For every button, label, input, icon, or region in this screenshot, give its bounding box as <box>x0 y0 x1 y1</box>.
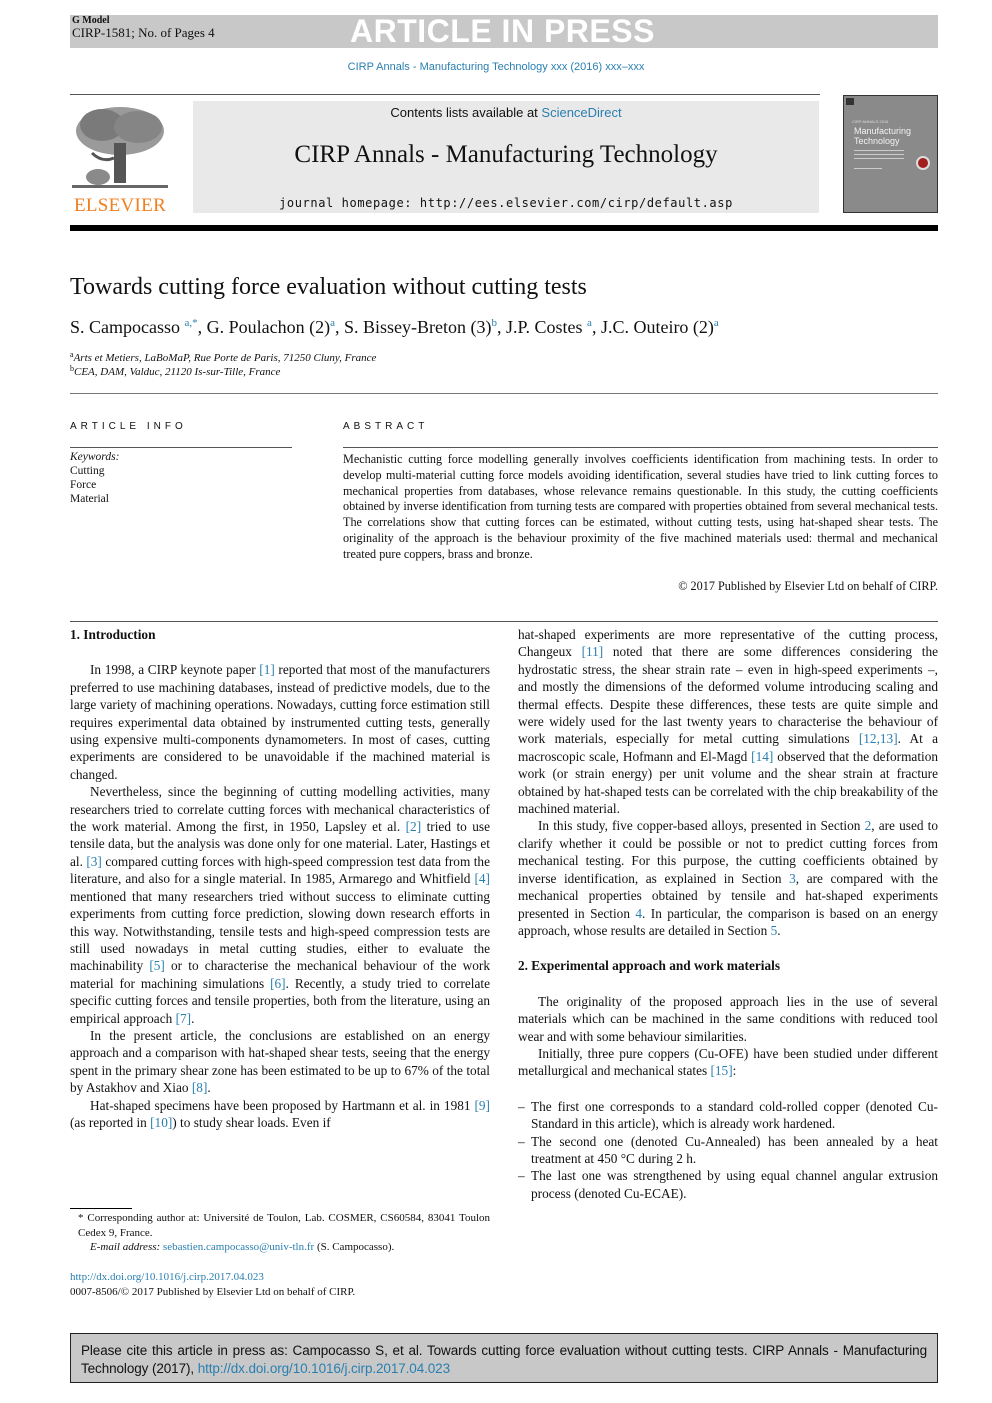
journal-title: CIRP Annals - Manufacturing Technology <box>294 141 718 168</box>
list-item: The first one corresponds to a standard … <box>518 1098 938 1133</box>
footnote: * Corresponding author at: Université de… <box>70 1211 490 1255</box>
paragraph: In the present article, the conclusions … <box>70 1027 490 1096</box>
paragraph-continued: hat-shaped experiments are more represen… <box>518 627 939 817</box>
affiliation-marker[interactable]: a <box>714 317 719 329</box>
reference-link[interactable]: 2 <box>865 818 872 833</box>
cover-line <box>854 158 904 159</box>
reference-link[interactable]: [14] <box>751 749 773 764</box>
reference-link[interactable]: [5] <box>149 958 165 973</box>
reference-link[interactable]: [7] <box>176 1011 192 1026</box>
cover-elsevier-mini-logo <box>846 98 854 105</box>
reference-link[interactable]: 4 <box>635 906 642 921</box>
keywords-block: Keywords: Cutting Force Material <box>70 450 119 506</box>
section-heading-experimental: 2. Experimental approach and work materi… <box>518 958 780 974</box>
affiliation-marker[interactable]: a <box>587 317 592 329</box>
abstract-copyright: © 2017 Published by Elsevier Ltd on beha… <box>678 579 938 593</box>
author-name: J.P. Costes <box>506 317 588 337</box>
doi-block: http://dx.doi.org/10.1016/j.cirp.2017.04… <box>70 1270 355 1299</box>
header-thick-rule <box>70 225 938 231</box>
reference-link[interactable]: [10] <box>150 1115 172 1130</box>
cirp-logo-icon <box>916 156 930 170</box>
article-in-press-text: ARTICLE IN PRESS <box>350 13 655 49</box>
cover-line <box>854 150 904 151</box>
contents-prefix: Contents lists available at <box>390 105 542 120</box>
journal-header-box: Contents lists available at ScienceDirec… <box>193 101 819 213</box>
citation-doi-link[interactable]: http://dx.doi.org/10.1016/j.cirp.2017.04… <box>198 1361 450 1376</box>
journal-cover-image: CIRP ANNALS 2016 Manufacturing Technolog… <box>843 95 938 213</box>
header-rule <box>70 94 820 95</box>
paragraph: Initially, three pure coppers (Cu-OFE) h… <box>518 1045 938 1079</box>
affiliation-b: bCEA, DAM, Valduc, 21120 Is-sur-Tille, F… <box>70 364 281 378</box>
author-name: S. Bissey-Breton (3) <box>344 317 492 337</box>
reference-link[interactable]: [8] <box>192 1080 208 1095</box>
article-info-label: ARTICLE INFO <box>70 421 187 432</box>
list-item: The last one was strengthened by using e… <box>518 1167 938 1202</box>
divider <box>343 447 938 448</box>
reference-link[interactable]: [4] <box>474 871 490 886</box>
list-item: The second one (denoted Cu-Annealed) has… <box>518 1133 938 1168</box>
keywords-heading: Keywords: <box>70 451 120 463</box>
reference-link[interactable]: [6] <box>270 976 286 991</box>
reference-link[interactable]: 5 <box>771 923 778 938</box>
reference-link[interactable]: [1] <box>259 662 275 677</box>
elsevier-wordmark: ELSEVIER <box>73 195 167 216</box>
author-list: S. Campocasso a,*, G. Poulachon (2)a, S.… <box>70 317 719 337</box>
footnote-rule <box>70 1208 132 1209</box>
cover-line <box>854 154 904 155</box>
abstract-label: ABSTRACT <box>343 421 429 432</box>
sciencedirect-link[interactable]: ScienceDirect <box>541 105 621 120</box>
contents-line: Contents lists available at ScienceDirec… <box>193 105 819 120</box>
cover-title: Manufacturing Technology <box>854 126 912 146</box>
affiliation-marker[interactable]: a <box>330 317 335 329</box>
keyword: Force <box>70 479 97 491</box>
abstract-text: Mechanistic cutting force modelling gene… <box>343 452 938 561</box>
reference-link[interactable]: [12,13] <box>859 731 898 746</box>
paragraph: The originality of the proposed approach… <box>518 993 938 1044</box>
divider <box>70 621 938 622</box>
body-column-right: hat-shaped experiments are more represen… <box>518 626 938 1202</box>
divider <box>70 393 938 394</box>
keyword: Cutting <box>70 465 105 477</box>
affiliation-marker[interactable]: b <box>492 317 498 329</box>
reference-link[interactable]: [15] <box>710 1063 732 1078</box>
author-name: S. Campocasso <box>70 317 185 337</box>
cover-series-label: CIRP ANNALS 2016 <box>852 119 889 124</box>
reference-link[interactable]: [9] <box>474 1098 490 1113</box>
author-name: G. Poulachon (2) <box>206 317 331 337</box>
keyword: Material <box>70 493 109 505</box>
paragraph: In 1998, a CIRP keynote paper [1] report… <box>70 662 490 782</box>
body-column-left: 1. Introduction In 1998, a CIRP keynote … <box>70 626 490 1131</box>
journal-homepage[interactable]: journal homepage: http://ees.elsevier.co… <box>193 196 819 210</box>
email-link[interactable]: sebastien.campocasso@univ-tln.fr <box>163 1241 314 1253</box>
email-line: E-mail address: sebastien.campocasso@uni… <box>90 1241 395 1253</box>
elsevier-logo: ELSEVIER <box>70 103 170 216</box>
elsevier-tree-icon <box>72 107 168 188</box>
reference-link[interactable]: [11] <box>582 644 604 659</box>
reference-link[interactable]: [2] <box>406 819 422 834</box>
cover-line <box>854 168 882 169</box>
affiliation-marker[interactable]: a,* <box>185 317 198 329</box>
author-name: J.C. Outeiro (2) <box>600 317 714 337</box>
materials-list: The first one corresponds to a standard … <box>518 1098 938 1202</box>
paragraph: Hat-shaped specimens have been proposed … <box>70 1097 490 1130</box>
manuscript-id: CIRP-1581; No. of Pages 4 <box>72 25 215 40</box>
reference-link[interactable]: 3 <box>789 871 796 886</box>
section-heading-introduction: 1. Introduction <box>70 627 156 642</box>
affiliation-a: aArts et Metiers, LaBoMaP, Rue Porte de … <box>70 350 377 364</box>
paragraph: Nevertheless, since the beginning of cut… <box>70 784 490 1026</box>
paragraph: In this study, five copper-based alloys,… <box>518 818 938 938</box>
article-title: Towards cutting force evaluation without… <box>70 274 587 300</box>
doi-link[interactable]: http://dx.doi.org/10.1016/j.cirp.2017.04… <box>70 1271 264 1283</box>
citation-box: Please cite this article in press as: Ca… <box>70 1333 938 1383</box>
corresponding-author-note: * Corresponding author at: Université de… <box>78 1212 490 1239</box>
running-head: CIRP Annals - Manufacturing Technology x… <box>347 61 645 73</box>
reference-link[interactable]: [3] <box>86 854 102 869</box>
issn-copyright: 0007-8506/© 2017 Published by Elsevier L… <box>70 1285 356 1298</box>
divider <box>70 447 292 448</box>
